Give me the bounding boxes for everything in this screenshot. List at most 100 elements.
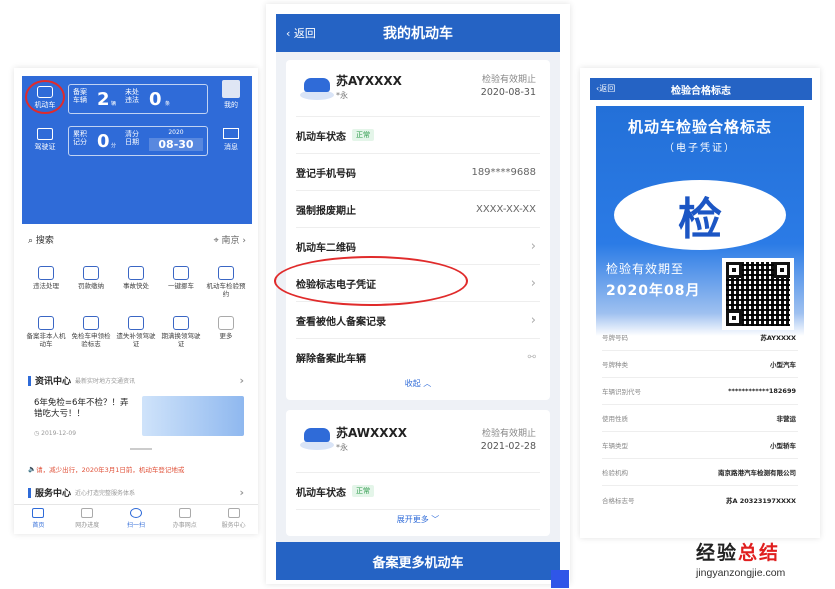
qr-pattern <box>726 262 790 326</box>
row-value: 189****9688 <box>471 166 536 178</box>
clear-label-1: 清分 <box>125 130 139 138</box>
home-header: 机动车 备案 车辆 2 辆 未处 违法 0 条 我的 驾驶证 累积 记分 0 分… <box>22 76 252 224</box>
collapse-button[interactable]: 收起 ︿ <box>286 378 550 389</box>
renew-icon <box>173 316 189 330</box>
news-title: 资讯中心 <box>35 377 72 387</box>
badge-icon <box>83 316 99 330</box>
row-label: 机动车二维码 <box>296 242 356 254</box>
info-row: 车辆类型 小型轿车 <box>602 432 798 459</box>
row-scrap-date: 强制报废期止 XXXX-XX-XX <box>296 191 540 228</box>
tab-label: 首页 <box>32 522 45 529</box>
row-phone: 登记手机号码 189****9688 <box>296 154 540 191</box>
plate-number: 苏AYXXXX <box>336 74 402 88</box>
points-unit: 分 <box>111 143 117 149</box>
news-header[interactable]: 资讯中心 最新实时地方交通资讯 › <box>22 370 252 391</box>
violation-label-2: 违法 <box>125 96 139 105</box>
grid-item-accident[interactable]: 事故快处 <box>114 266 158 291</box>
bottom-tabbar: 首页 网办进度 扫一扫 办事网点 服务中心 <box>14 504 258 534</box>
qr-code[interactable] <box>722 258 794 330</box>
grid-label: 机动车检验预约 <box>206 282 246 298</box>
tile-license[interactable]: 驾驶证 <box>30 128 60 152</box>
tab-service[interactable]: 服务中心 <box>209 505 258 534</box>
info-value: 苏AYXXXX <box>760 334 796 342</box>
info-row: 号牌种类 小型汽车 <box>602 351 798 378</box>
home-icon <box>32 508 45 518</box>
info-row: 合格标志号 苏A 20323197XXXX <box>602 486 798 513</box>
grid-item-renew-license[interactable]: 期满换领驾驶证 <box>159 316 203 349</box>
info-value: 南京路港汽车检测有限公司 <box>718 469 796 477</box>
info-label: 合格标志号 <box>602 496 635 505</box>
grid-item-violation[interactable]: 违法处理 <box>24 266 68 291</box>
chevron-right-icon: › <box>530 238 536 254</box>
points-summary[interactable]: 累积 记分 0 分 清分 日期 2020 08-30 <box>68 126 208 156</box>
expand-button[interactable]: 展开更多 ﹀ <box>286 514 550 525</box>
service-header[interactable]: 服务中心 近心打造完整服务体系 › <box>22 482 252 503</box>
tab-label: 网办进度 <box>75 522 100 529</box>
person-icon <box>178 508 191 518</box>
search-input[interactable]: ⌕ 搜索 <box>28 233 54 246</box>
back-button[interactable]: ‹返回 <box>596 83 615 94</box>
tab-label: 服务中心 <box>221 522 246 529</box>
grid-item-move-car[interactable]: 一键挪车 <box>159 266 203 291</box>
tile-mine-label: 我的 <box>224 101 238 109</box>
inspection-seal: 检 <box>614 180 786 250</box>
clear-year: 2020 <box>168 129 184 136</box>
tile-message[interactable]: 消息 <box>216 128 246 152</box>
highlight-circle <box>25 80 65 114</box>
row-value: XXXX-XX-XX <box>475 203 536 215</box>
add-vehicle-button[interactable]: 备案更多机动车 <box>276 542 560 580</box>
tile-mine[interactable]: 我的 <box>216 80 246 110</box>
grid-item-lost-license[interactable]: 遗失补领驾驶证 <box>114 316 158 349</box>
scan-icon <box>129 508 142 518</box>
mail-icon <box>223 128 239 139</box>
tab-progress[interactable]: 网办进度 <box>63 505 112 534</box>
receipt-icon <box>83 266 99 280</box>
service-subtitle: 近心打造完整服务体系 <box>75 490 136 497</box>
service-section: 服务中心 近心打造完整服务体系 › <box>22 482 252 504</box>
points-count: 0 <box>97 131 110 152</box>
watermark-url: jingyanzongjie.com <box>696 567 786 579</box>
record-unit: 辆 <box>111 101 117 107</box>
grid-item-exempt[interactable]: 免检车申领检验标志 <box>69 316 113 349</box>
grid-item-fine[interactable]: 罚款缴纳 <box>69 266 113 291</box>
tab-home[interactable]: 首页 <box>14 505 63 534</box>
row-unbind[interactable]: 解除备案此车辆 ⚯ <box>296 339 540 376</box>
clear-label: 清分 日期 <box>125 130 139 146</box>
notice-bar[interactable]: 🔈 请，减少出行，2020年3月1日前，机动车登记地或 <box>22 460 252 478</box>
points-label-1: 累积 <box>73 130 87 138</box>
car-icon <box>304 428 330 442</box>
grid-label: 事故快处 <box>123 282 149 290</box>
site-watermark: 经验总结 jingyanzongjie.com <box>696 538 785 579</box>
car-icon <box>38 266 54 280</box>
record-summary[interactable]: 备案 车辆 2 辆 未处 违法 0 条 <box>68 84 208 114</box>
location-icon: ⌖ <box>213 235 222 246</box>
tab-scan[interactable]: 扫一扫 <box>112 505 161 534</box>
seal-char: 检 <box>678 194 722 245</box>
grid-item-inspection[interactable]: 机动车检验预约 <box>204 266 248 299</box>
chevron-right-icon: › <box>530 275 536 291</box>
section-bar <box>28 375 31 386</box>
highlight-circle <box>274 256 468 306</box>
news-date-text: 2019-12-09 <box>41 430 77 437</box>
city-selector[interactable]: ⌖ 南京 › <box>214 233 246 246</box>
back-label: 返回 <box>599 84 616 93</box>
news-thumbnail[interactable] <box>142 396 244 436</box>
tile-license-label: 驾驶证 <box>34 143 56 151</box>
nav-header: ‹ 返回 我的机动车 <box>276 14 560 52</box>
back-label: 返回 <box>293 27 316 40</box>
grid-item-record-other[interactable]: 备案非本人机动车 <box>24 316 68 349</box>
news-headline[interactable]: 6年免检=6年不检？！弄错吃大亏！！ <box>34 398 134 421</box>
row-record-history[interactable]: 查看被他人备案记录 › <box>296 302 540 339</box>
search-bar[interactable]: ⌕ 搜索 ⌖ 南京 › <box>22 228 252 250</box>
tab-outlets[interactable]: 办事网点 <box>160 505 209 534</box>
document-icon <box>38 316 54 330</box>
screenshot-collage: 机动车 备案 车辆 2 辆 未处 违法 0 条 我的 驾驶证 累积 记分 0 分… <box>0 0 835 589</box>
speaker-icon: 🔈 <box>28 465 37 473</box>
grid-item-more[interactable]: 更多 <box>204 316 248 341</box>
expiry-label: 检验有效期止 <box>481 429 536 439</box>
vehicle-card-2: 苏AWXXXX *永 检验有效期止 2021-02-28 机动车状态 正常 展开更… <box>286 410 550 536</box>
back-button[interactable]: ‹ 返回 <box>286 25 316 41</box>
certificate-subtitle: （电子凭证） <box>664 143 736 154</box>
info-label: 检验机构 <box>602 469 628 477</box>
info-row: 使用性质 非营运 <box>602 405 798 432</box>
